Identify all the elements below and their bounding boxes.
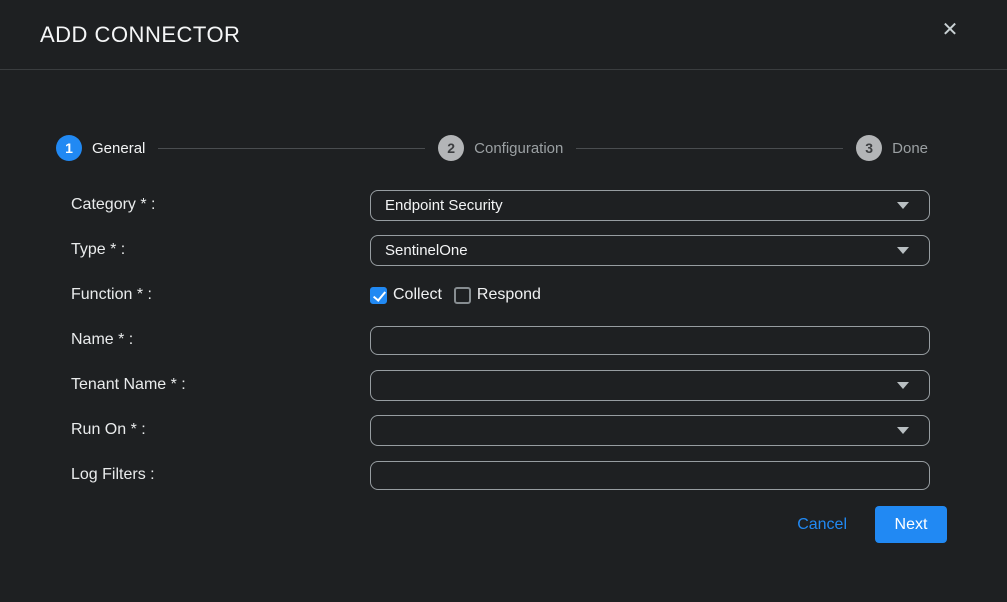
close-icon[interactable]: ✕ [937, 16, 963, 42]
field-row-type: Type * : SentinelOne [0, 235, 1007, 265]
step-done[interactable]: 3 Done [856, 135, 928, 161]
chevron-down-icon [897, 202, 909, 209]
category-select[interactable]: Endpoint Security [370, 190, 930, 221]
stepper-connector-line [576, 148, 843, 149]
next-button[interactable]: Next [875, 506, 947, 543]
chevron-down-icon [897, 427, 909, 434]
collect-checkbox[interactable] [370, 287, 387, 304]
field-row-log-filters: Log Filters : [0, 460, 1007, 490]
dialog-header: ADD CONNECTOR [0, 0, 1007, 70]
connector-form: Category * : Endpoint Security Type * : … [0, 190, 1007, 490]
step-label: Done [892, 140, 928, 157]
cancel-button[interactable]: Cancel [797, 516, 847, 534]
log-filters-label: Log Filters : [71, 466, 370, 484]
add-connector-dialog: ADD CONNECTOR ✕ 1 General 2 Configuratio… [0, 0, 1007, 602]
step-number-badge: 1 [56, 135, 82, 161]
field-row-run-on: Run On * : [0, 415, 1007, 445]
tenant-name-select[interactable] [370, 370, 930, 401]
chevron-down-icon [897, 382, 909, 389]
field-row-category: Category * : Endpoint Security [0, 190, 1007, 220]
collect-checkbox-label: Collect [393, 286, 442, 304]
dialog-footer: Cancel Next [0, 506, 947, 543]
step-label: General [92, 140, 145, 157]
field-row-tenant-name: Tenant Name * : [0, 370, 1007, 400]
stepper-connector-line [158, 148, 425, 149]
dialog-title: ADD CONNECTOR [40, 22, 240, 48]
respond-checkbox[interactable] [454, 287, 471, 304]
name-input[interactable] [370, 326, 930, 355]
chevron-down-icon [897, 247, 909, 254]
function-label: Function * : [71, 286, 370, 304]
type-selected-value: SentinelOne [385, 242, 897, 259]
respond-checkbox-item[interactable]: Respond [454, 286, 541, 304]
field-row-name: Name * : [0, 325, 1007, 355]
step-number-badge: 2 [438, 135, 464, 161]
log-filters-input[interactable] [370, 461, 930, 490]
step-general[interactable]: 1 General [56, 135, 145, 161]
run-on-select[interactable] [370, 415, 930, 446]
function-checkbox-group: Collect Respond [370, 286, 930, 304]
step-label: Configuration [474, 140, 563, 157]
step-configuration[interactable]: 2 Configuration [438, 135, 563, 161]
type-select[interactable]: SentinelOne [370, 235, 930, 266]
name-label: Name * : [71, 331, 370, 349]
run-on-label: Run On * : [71, 421, 370, 439]
stepper: 1 General 2 Configuration 3 Done [56, 135, 928, 161]
category-label: Category * : [71, 196, 370, 214]
tenant-name-label: Tenant Name * : [71, 376, 370, 394]
category-selected-value: Endpoint Security [385, 197, 897, 214]
type-label: Type * : [71, 241, 370, 259]
step-number-badge: 3 [856, 135, 882, 161]
respond-checkbox-label: Respond [477, 286, 541, 304]
field-row-function: Function * : Collect Respond [0, 280, 1007, 310]
collect-checkbox-item[interactable]: Collect [370, 286, 442, 304]
